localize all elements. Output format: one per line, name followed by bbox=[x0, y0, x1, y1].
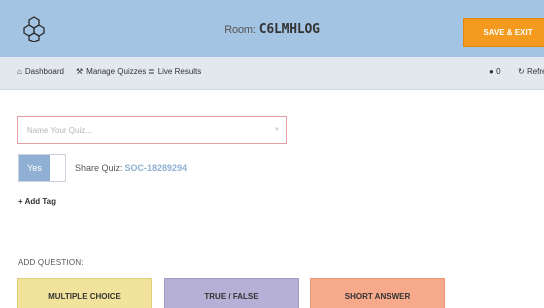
share-quiz-label: Share Quiz: bbox=[75, 163, 123, 173]
nav-live-results-label: Live Results bbox=[157, 67, 202, 76]
short-answer-button[interactable]: SHORT ANSWER bbox=[310, 278, 445, 308]
nav-dashboard-label: Dashboard bbox=[24, 67, 64, 76]
refresh-icon: ↻ bbox=[518, 67, 525, 76]
top-header-bar: Room: C6LMHLOG SAVE & EXIT bbox=[0, 0, 544, 57]
refresh-button[interactable]: ↻ Refre bbox=[518, 67, 544, 76]
home-icon: ⌂ bbox=[17, 67, 22, 76]
save-and-exit-button[interactable]: SAVE & EXIT bbox=[463, 18, 544, 47]
share-toggle[interactable]: Yes bbox=[18, 154, 66, 182]
nav-manage-quizzes-label: Manage Quizzes bbox=[86, 67, 147, 76]
room-label: Room: bbox=[224, 24, 256, 36]
wrench-icon: ⚒ bbox=[76, 67, 84, 76]
nav-dashboard[interactable]: ⌂ Dashboard bbox=[17, 67, 64, 76]
quiz-name-input[interactable] bbox=[17, 116, 287, 144]
users-icon: ● bbox=[489, 67, 494, 76]
room-code: C6LMHLOG bbox=[258, 22, 320, 37]
navigation-bar: ⌂ Dashboard ⚒ Manage Quizzes ≣ Live Results… bbox=[0, 57, 544, 90]
multiple-choice-button[interactable]: MULTIPLE CHOICE bbox=[17, 278, 152, 308]
add-tag-link[interactable]: + Add Tag bbox=[18, 197, 56, 206]
share-quiz-info: Share Quiz: SOC-18289294 bbox=[75, 163, 187, 173]
chevron-down-icon: ▼ bbox=[274, 127, 280, 133]
bar-chart-icon: ≣ bbox=[148, 67, 155, 76]
add-question-heading: ADD QUESTION: bbox=[18, 258, 84, 267]
share-toggle-yes[interactable]: Yes bbox=[19, 155, 50, 181]
true-false-button[interactable]: TRUE / FALSE bbox=[164, 278, 299, 308]
user-count: ● 0 bbox=[489, 67, 501, 76]
user-count-value: 0 bbox=[496, 67, 501, 76]
refresh-label: Refre bbox=[526, 67, 544, 76]
nav-manage-quizzes[interactable]: ⚒ Manage Quizzes bbox=[76, 67, 146, 76]
nav-live-results[interactable]: ≣ Live Results bbox=[148, 67, 201, 76]
share-quiz-code: SOC-18289294 bbox=[124, 163, 188, 173]
